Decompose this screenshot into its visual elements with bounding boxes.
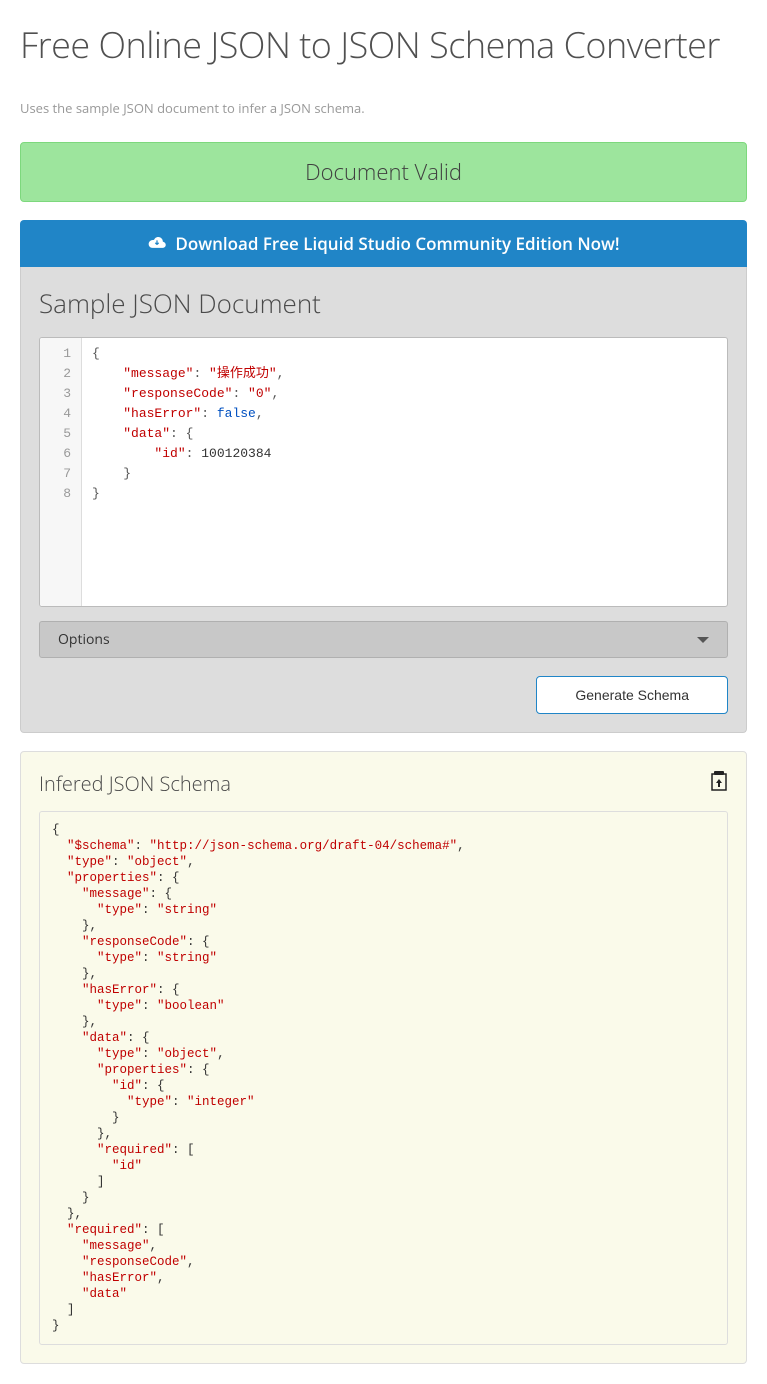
- json-input-content[interactable]: { "message": "操作成功", "responseCode": "0"…: [82, 338, 727, 606]
- copy-icon[interactable]: [710, 771, 728, 796]
- input-panel: Sample JSON Document 12345678 { "message…: [20, 267, 747, 733]
- download-banner-label: Download Free Liquid Studio Community Ed…: [175, 232, 619, 255]
- page-title: Free Online JSON to JSON Schema Converte…: [20, 20, 747, 69]
- status-banner: Document Valid: [20, 142, 747, 202]
- download-banner[interactable]: Download Free Liquid Studio Community Ed…: [20, 220, 747, 267]
- output-panel-title: Infered JSON Schema: [39, 770, 231, 797]
- generate-schema-button[interactable]: Generate Schema: [536, 676, 728, 714]
- chevron-down-icon: [697, 637, 709, 643]
- input-panel-title: Sample JSON Document: [39, 285, 728, 321]
- options-toggle[interactable]: Options: [39, 621, 728, 658]
- output-panel: Infered JSON Schema { "$schema": "http:/…: [20, 751, 747, 1364]
- page-description: Uses the sample JSON document to infer a…: [20, 99, 747, 117]
- line-gutter: 12345678: [40, 338, 82, 606]
- options-label: Options: [58, 630, 110, 649]
- json-input-editor[interactable]: 12345678 { "message": "操作成功", "responseC…: [39, 337, 728, 607]
- cloud-download-icon: [147, 232, 167, 255]
- schema-output[interactable]: { "$schema": "http://json-schema.org/dra…: [39, 811, 728, 1345]
